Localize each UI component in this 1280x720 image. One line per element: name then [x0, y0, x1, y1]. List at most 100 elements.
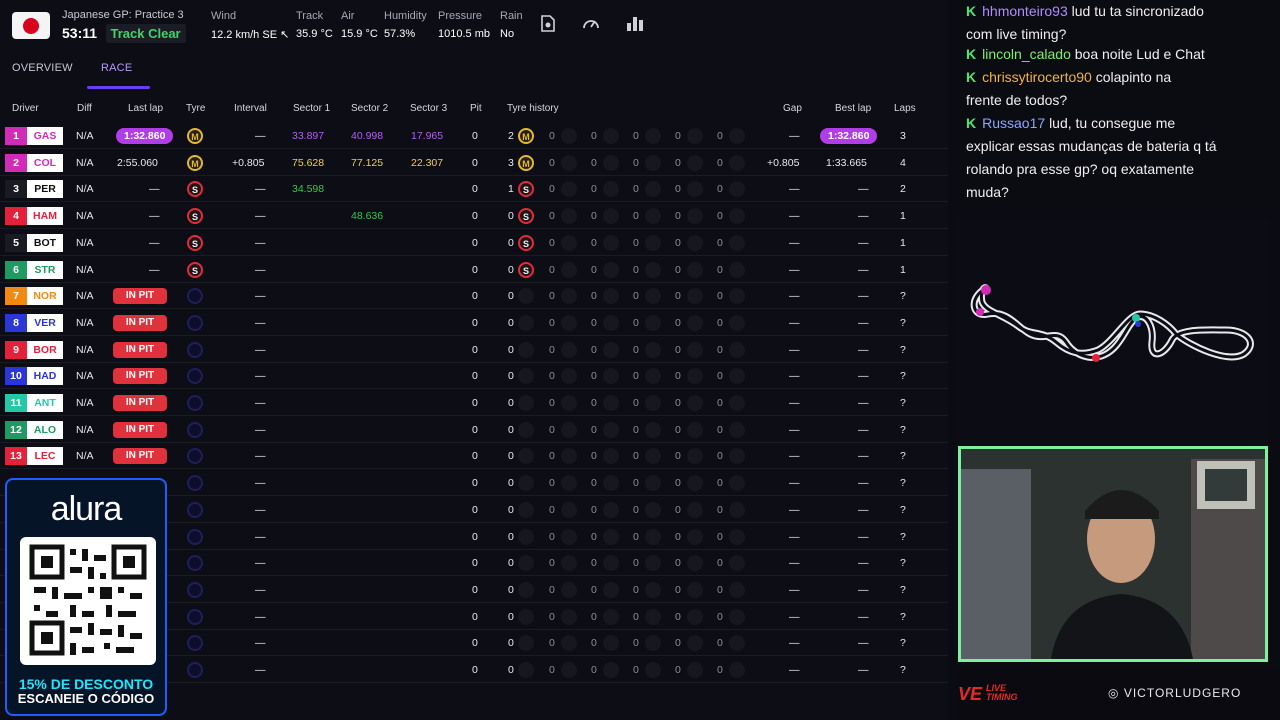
table-row[interactable]: 7 NOR N/A IN PIT — 0 0 0 0 0 0 0 — —?	[0, 283, 948, 310]
empty-tyre-slot-icon	[645, 448, 661, 465]
position-number: 13	[5, 447, 27, 466]
diff-value: N/A	[76, 423, 94, 436]
document-icon[interactable]	[539, 15, 557, 35]
stint-lap-count: 0	[717, 397, 723, 409]
empty-tyre-slot-icon	[729, 395, 745, 411]
table-row[interactable]: 8 VER N/A IN PIT — 0 0 0 0 0 0 0 — —?	[0, 310, 948, 336]
table-row[interactable]: 1 GAS N/A 1:32.860 M —33.897 40.998 17.965 0 2 M 0 0…	[0, 123, 948, 149]
soft-tyre-icon: S	[518, 208, 534, 225]
empty-tyre-slot-icon	[645, 234, 661, 251]
col-sector-1[interactable]: Sector 1	[293, 103, 330, 114]
chat-username[interactable]: chrissytirocerto90	[982, 69, 1092, 85]
chat-username[interactable]: Russao17	[982, 115, 1045, 131]
empty-tyre-slot-icon	[645, 662, 661, 678]
empty-tyre-slot-icon	[603, 475, 619, 492]
table-row[interactable]: 13 LEC N/A IN PIT — 0 0 0 0 0 0 0 — —?	[0, 443, 948, 470]
empty-tyre-slot-icon	[687, 395, 703, 411]
stint-lap-count: 0	[633, 450, 639, 463]
chat-text: boa noite Lud e Chat	[1074, 46, 1205, 62]
col-gap[interactable]: Gap	[783, 103, 802, 114]
stint-lap-count: 0	[591, 290, 597, 303]
diff-value: N/A	[76, 156, 94, 169]
table-row[interactable]: 12 ALO N/A IN PIT — 0 0 0 0 0 0 0 — —?	[0, 417, 948, 443]
stint-lap-count: 0	[508, 236, 514, 249]
position-number: 4	[5, 207, 27, 226]
stint-lap-count: 0	[675, 423, 681, 436]
col-tyre-history[interactable]: Tyre history	[507, 103, 559, 114]
tab-overview[interactable]: OVERVIEW	[12, 62, 73, 74]
col-best-lap[interactable]: Best lap	[835, 103, 871, 114]
empty-tyre-slot-icon	[645, 314, 661, 331]
qr-code-icon[interactable]	[20, 537, 156, 665]
empty-tyre-slot-icon	[603, 128, 619, 144]
chat-text: colapinto na	[1095, 69, 1172, 85]
table-row[interactable]: 3 PER N/A — S —34.598 0 1 S 0 0 0 0 0— —2	[0, 176, 948, 203]
empty-tyre-slot-icon	[645, 581, 661, 598]
empty-tyre-slot-icon	[518, 501, 534, 518]
col-interval[interactable]: Interval	[234, 103, 267, 114]
empty-tyre-slot-icon	[687, 314, 703, 331]
stint-lap-count: 0	[633, 290, 639, 303]
table-row[interactable]: 2 COL N/A 2:55.060 M +0.805 75.628 77.125 22.307…	[0, 150, 948, 176]
empty-tyre-slot-icon	[645, 608, 661, 625]
stint-lap-count: 0	[549, 156, 555, 169]
table-row[interactable]: 10 HAD N/A IN PIT — 0 0 0 0 0 0 0 — —?	[0, 363, 948, 390]
stint-lap-count: 0	[675, 316, 681, 329]
driver-code: BOR	[27, 340, 63, 359]
soft-tyre-icon: S	[518, 234, 534, 251]
stint-lap-count: 0	[508, 503, 514, 516]
empty-tyre-slot-icon	[518, 421, 534, 438]
table-row[interactable]: 4 HAM N/A — S —48.636 0 0 S 0 0 0 0 0— —1	[0, 203, 948, 230]
position-number: 7	[5, 287, 27, 306]
stint-lap-count: 0	[508, 397, 514, 409]
col-sector-3[interactable]: Sector 3	[410, 103, 447, 114]
stint-lap-count: 0	[717, 183, 723, 196]
pit-count: 0	[472, 637, 478, 650]
col-tyre[interactable]: Tyre	[186, 103, 205, 114]
col-diff[interactable]: Diff	[77, 103, 92, 114]
stint-lap-count: 0	[633, 210, 639, 223]
empty-tyre-slot-icon	[645, 261, 661, 278]
stint-lap-count: 0	[549, 664, 555, 676]
stint-lap-count: 0	[717, 423, 723, 436]
position-number: 8	[5, 313, 27, 332]
empty-tyre-slot-icon	[729, 555, 745, 572]
table-row[interactable]: 9 BOR N/A IN PIT — 0 0 0 0 0 0 0 — —?	[0, 337, 948, 363]
last-lap-value: —	[149, 236, 160, 249]
col-pit[interactable]: Pit	[470, 103, 482, 114]
empty-tyre-slot-icon	[645, 208, 661, 225]
empty-tyre-slot-icon	[729, 501, 745, 518]
stint-lap-count: 0	[549, 130, 555, 142]
stint-lap-count: 0	[508, 583, 514, 596]
bar-chart-icon[interactable]	[626, 15, 644, 35]
empty-tyre-slot-icon	[518, 448, 534, 465]
interval-value: —	[255, 130, 266, 142]
col-laps[interactable]: Laps	[894, 103, 916, 114]
chat-username[interactable]: lincoln_calado	[982, 46, 1071, 62]
empty-tyre-slot-icon	[561, 288, 577, 305]
tyre-unknown-icon	[187, 608, 203, 625]
stint-lap-count: 0	[591, 130, 597, 142]
weather-wind: Wind 12.2 km/h SE ↖	[211, 10, 290, 41]
tyre-unknown-icon	[187, 448, 203, 465]
table-row[interactable]: 11 ANT N/A IN PIT — 0 0 0 0 0 0 0 — —?	[0, 390, 948, 416]
col-driver[interactable]: Driver	[12, 103, 39, 114]
speedometer-icon[interactable]	[582, 15, 600, 35]
instagram-handle[interactable]: ◎ VICTORLUDGERO	[1108, 686, 1241, 700]
table-row[interactable]: 5 BOT N/A — S —0 0 S 0 0 0 0 0— —1	[0, 230, 948, 256]
stint-lap-count: 0	[675, 610, 681, 623]
empty-tyre-slot-icon	[729, 234, 745, 251]
col-sector-2[interactable]: Sector 2	[351, 103, 388, 114]
best-lap-value: —	[858, 423, 869, 436]
chat-message: Khhmonteiro93 lud tu ta sincronizado com…	[966, 0, 1272, 46]
table-row[interactable]: 6 STR N/A — S —0 0 S 0 0 0 0 0— —1	[0, 257, 948, 283]
stint-lap-count: 0	[675, 156, 681, 169]
chat-username[interactable]: hhmonteiro93	[982, 3, 1068, 19]
tab-race[interactable]: RACE	[101, 62, 132, 74]
best-lap-value: —	[858, 370, 869, 383]
interval-value: —	[255, 263, 266, 276]
chat-message: Klincoln_calado boa noite Lud e Chat	[966, 43, 1272, 66]
stint-lap-count: 0	[549, 583, 555, 596]
col-last-lap[interactable]: Last lap	[128, 103, 163, 114]
empty-tyre-slot-icon	[603, 635, 619, 652]
